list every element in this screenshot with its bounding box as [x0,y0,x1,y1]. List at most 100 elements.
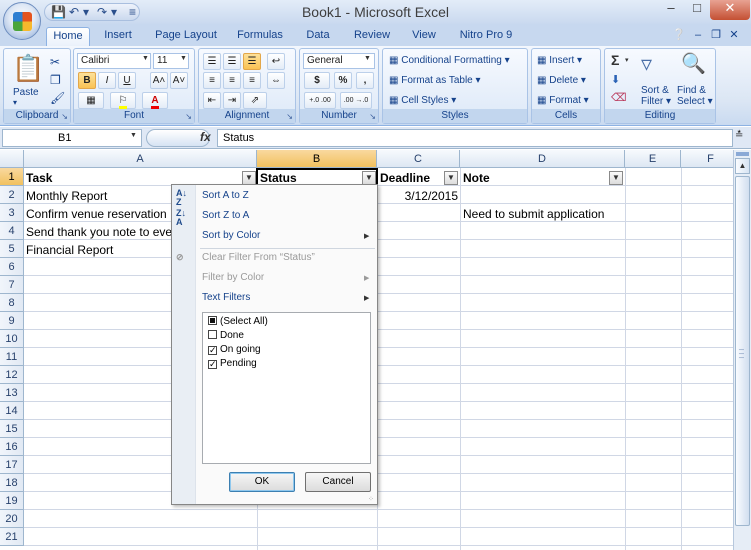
underline-button[interactable]: U [118,72,136,89]
format-as-table-button[interactable]: ▦ Format as Table ▾ [389,75,481,86]
resize-grip-icon[interactable]: ⁘ [368,495,374,503]
insert-cells-button[interactable]: ▦ Insert ▾ [537,55,582,66]
sort-z-to-a-item[interactable]: Sort Z to A [202,207,249,225]
row-header-5[interactable]: 5 [0,240,24,258]
decrease-indent-icon[interactable]: ⇤ [203,92,221,109]
autosum-dropdown-icon[interactable]: ▾ [625,56,629,64]
tab-page-layout[interactable]: Page Layout [150,27,222,46]
tab-nitro[interactable]: Nitro Pro 9 [452,27,520,46]
expand-formula-bar-icon[interactable]: ≛ [735,130,743,141]
select-all-corner[interactable] [0,150,24,168]
row-header-20[interactable]: 20 [0,510,24,528]
copy-icon[interactable]: ❐ [50,73,61,87]
row-header-14[interactable]: 14 [0,402,24,420]
cancel-button[interactable]: Cancel [305,472,371,492]
column-header-f[interactable]: F [681,150,733,168]
bold-button[interactable]: B [78,72,96,89]
column-header-b[interactable]: B [257,150,377,168]
row-header-12[interactable]: 12 [0,366,24,384]
row-header-19[interactable]: 19 [0,492,24,510]
text-filters-item[interactable]: Text Filters [202,289,250,307]
tab-home[interactable]: Home [46,27,90,46]
delete-cells-button[interactable]: ▦ Delete ▾ [537,75,586,86]
vertical-scrollbar[interactable]: ▲ ─ ─ ─ [733,150,751,550]
tab-review[interactable]: Review [348,27,396,46]
wrap-text-icon[interactable]: ↩ [267,53,285,70]
row-header-13[interactable]: 13 [0,384,24,402]
row-header-7[interactable]: 7 [0,276,24,294]
row-header-17[interactable]: 17 [0,456,24,474]
font-color-button[interactable]: A [142,92,168,109]
conditional-formatting-button[interactable]: ▦ Conditional Formatting ▾ [389,55,510,66]
cell-c2[interactable]: 3/12/2015 [377,187,460,205]
row-header-18[interactable]: 18 [0,474,24,492]
clear-icon[interactable]: ⌫ [611,91,627,104]
comma-button[interactable]: , [356,72,374,89]
restore-button[interactable]: □ [684,0,710,20]
font-size-dropdown-icon[interactable]: ▼ [180,55,187,62]
row-header-6[interactable]: 6 [0,258,24,276]
find-select-icon[interactable]: 🔍 [681,51,706,76]
fill-icon[interactable]: ⬇ [611,73,620,86]
alignment-launcher-icon[interactable]: ↘ [286,112,293,121]
row-header-9[interactable]: 9 [0,312,24,330]
checkbox-checked-icon[interactable]: ✓ [208,346,217,355]
split-box[interactable] [736,152,749,156]
paste-icon[interactable]: 📋 [12,53,44,84]
font-name-dropdown-icon[interactable]: ▼ [142,55,149,62]
orientation-icon[interactable]: ⇗ [243,92,267,109]
tab-insert[interactable]: Insert [96,27,140,46]
cell-d3[interactable]: Need to submit application [461,205,625,223]
cell-a3[interactable]: Confirm venue reservation [24,205,172,223]
font-launcher-icon[interactable]: ↘ [185,112,192,121]
column-header-a[interactable]: A [24,150,257,168]
doc-close-icon[interactable]: ✕ [728,27,740,46]
increase-indent-icon[interactable]: ⇥ [223,92,241,109]
office-button[interactable] [3,2,41,40]
minimize-button[interactable]: – [658,0,684,20]
align-top-icon[interactable]: ☰ [203,53,221,70]
row-header-21[interactable]: 21 [0,528,24,546]
checkbox-unchecked-icon[interactable] [208,330,217,339]
font-name-input[interactable]: Calibri [77,53,151,69]
borders-button[interactable]: ▦ [78,92,104,109]
filter-dropdown-d[interactable]: ▼ [609,171,623,185]
decrease-decimal-button[interactable]: .00 →.0 [340,92,372,109]
cell-styles-button[interactable]: ▦ Cell Styles ▾ [389,95,456,106]
cell-d1[interactable]: Note [461,169,609,187]
formula-input[interactable]: Status [217,129,733,147]
find-select-button[interactable]: Find & Select ▾ [677,85,713,107]
row-header-2[interactable]: 2 [0,186,24,204]
tab-view[interactable]: View [404,27,444,46]
name-box[interactable]: B1 [2,129,142,147]
tab-formulas[interactable]: Formulas [232,27,288,46]
format-cells-button[interactable]: ▦ Format ▾ [537,95,589,106]
paste-dropdown-icon[interactable]: ▾ [13,98,17,107]
sort-by-color-item[interactable]: Sort by Color [202,227,260,245]
insert-function-button[interactable]: fx [200,130,211,144]
cell-c1[interactable]: Deadline [378,169,444,187]
filter-item-done[interactable]: Done [208,329,244,343]
paste-button[interactable]: Paste [13,87,39,98]
scroll-up-icon[interactable]: ▲ [735,158,750,174]
grow-font-button[interactable]: A˄ [150,72,168,89]
row-header-16[interactable]: 16 [0,438,24,456]
align-center-icon[interactable]: ≡ [223,72,241,89]
checkbox-partial-icon[interactable] [208,316,217,325]
align-right-icon[interactable]: ≡ [243,72,261,89]
scroll-thumb[interactable]: ─ ─ ─ [735,176,750,526]
filter-item-on-going[interactable]: ✓ On going [208,343,261,357]
number-launcher-icon[interactable]: ↘ [369,112,376,121]
autosum-button[interactable]: Σ [611,52,619,68]
italic-button[interactable]: I [98,72,116,89]
merge-center-icon[interactable]: ⇔ [267,72,285,89]
column-header-d[interactable]: D [460,150,625,168]
tab-data[interactable]: Data [298,27,338,46]
sort-filter-icon[interactable]: ▿ [641,51,652,77]
filter-values-list[interactable]: (Select All) Done ✓ On going ✓ Pending [202,312,371,464]
cell-a4[interactable]: Send thank you note to eve [24,223,172,241]
row-header-15[interactable]: 15 [0,420,24,438]
row-header-4[interactable]: 4 [0,222,24,240]
clipboard-launcher-icon[interactable]: ↘ [61,112,68,121]
doc-minimize-icon[interactable]: – [692,27,704,46]
